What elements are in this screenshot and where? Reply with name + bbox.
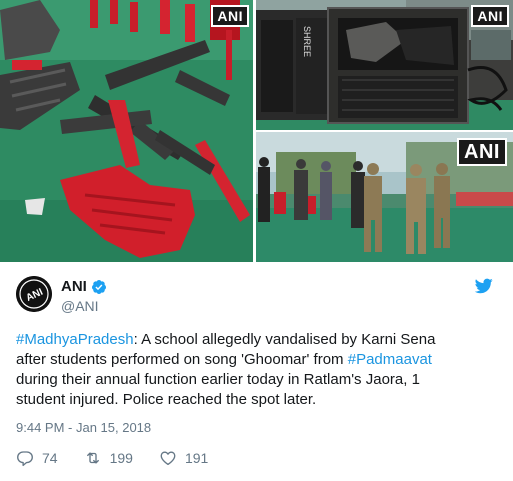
retweet-button[interactable]: 199: [84, 449, 133, 467]
verified-badge-icon: [91, 280, 106, 294]
tweet-timestamp[interactable]: 9:44 PM - Jan 15, 2018: [16, 420, 151, 435]
reply-count: 74: [42, 450, 58, 466]
tweet-text: #MadhyaPradesh: A school allegedly vanda…: [16, 330, 486, 410]
photo-broken-chairs[interactable]: ANI: [0, 0, 253, 262]
tweet-card: ANI ANI @ANI #MadhyaPradesh: A school al…: [0, 262, 513, 481]
author-handle[interactable]: @ANI: [61, 298, 99, 314]
twitter-bird-icon[interactable]: [475, 278, 493, 294]
tweet-actions: 74 199 191: [16, 448, 234, 468]
photo-damaged-speakers[interactable]: SHREE ANI: [256, 0, 513, 130]
ani-watermark-large: ANI: [457, 138, 507, 166]
speaker-brand-text: SHREE: [302, 26, 312, 57]
reply-icon: [17, 451, 33, 467]
heart-icon: [160, 451, 176, 466]
photo-police-at-spot[interactable]: ANI: [256, 132, 513, 262]
hashtag-link[interactable]: #Padmaavat: [348, 351, 432, 368]
like-button[interactable]: 191: [159, 449, 208, 467]
tweet-text-segment: during their annual function earlier tod…: [16, 371, 420, 408]
retweet-count: 199: [109, 450, 133, 466]
ani-watermark-speakers: ANI: [471, 5, 509, 27]
tweet-media-grid: ANI SHREE ANI ANI: [0, 0, 513, 262]
author-name[interactable]: ANI: [61, 278, 87, 295]
like-count: 191: [184, 450, 209, 466]
ani-watermark: ANI: [211, 5, 249, 27]
hashtag-link[interactable]: #MadhyaPradesh: [16, 331, 134, 348]
broken-chairs-illustration: [0, 0, 253, 262]
reply-button[interactable]: 74: [16, 449, 58, 467]
retweet-icon: [86, 452, 99, 464]
ani-logo-icon: ANI: [16, 276, 52, 312]
author-avatar[interactable]: ANI: [16, 276, 52, 312]
